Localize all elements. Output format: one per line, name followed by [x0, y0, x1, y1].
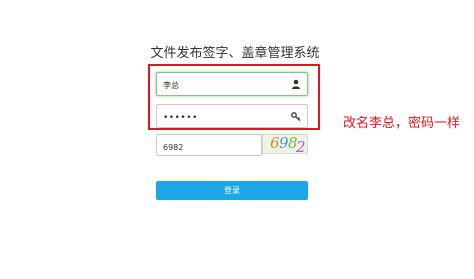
key-icon	[291, 112, 301, 121]
user-icon	[292, 79, 300, 89]
password-field[interactable]	[156, 104, 308, 129]
annotation-note: 改名李总，密码一样	[343, 116, 461, 131]
login-button[interactable]: 登录	[156, 181, 308, 200]
username-input[interactable]	[157, 74, 283, 97]
captcha-field[interactable]	[156, 134, 283, 158]
captcha-image[interactable]: 6 9 8 2	[262, 134, 308, 154]
username-field[interactable]	[156, 72, 308, 97]
page-title: 文件发布签字、盖章管理系统	[150, 46, 320, 61]
captcha-char-4: 2	[296, 138, 306, 154]
password-input[interactable]	[157, 107, 283, 129]
